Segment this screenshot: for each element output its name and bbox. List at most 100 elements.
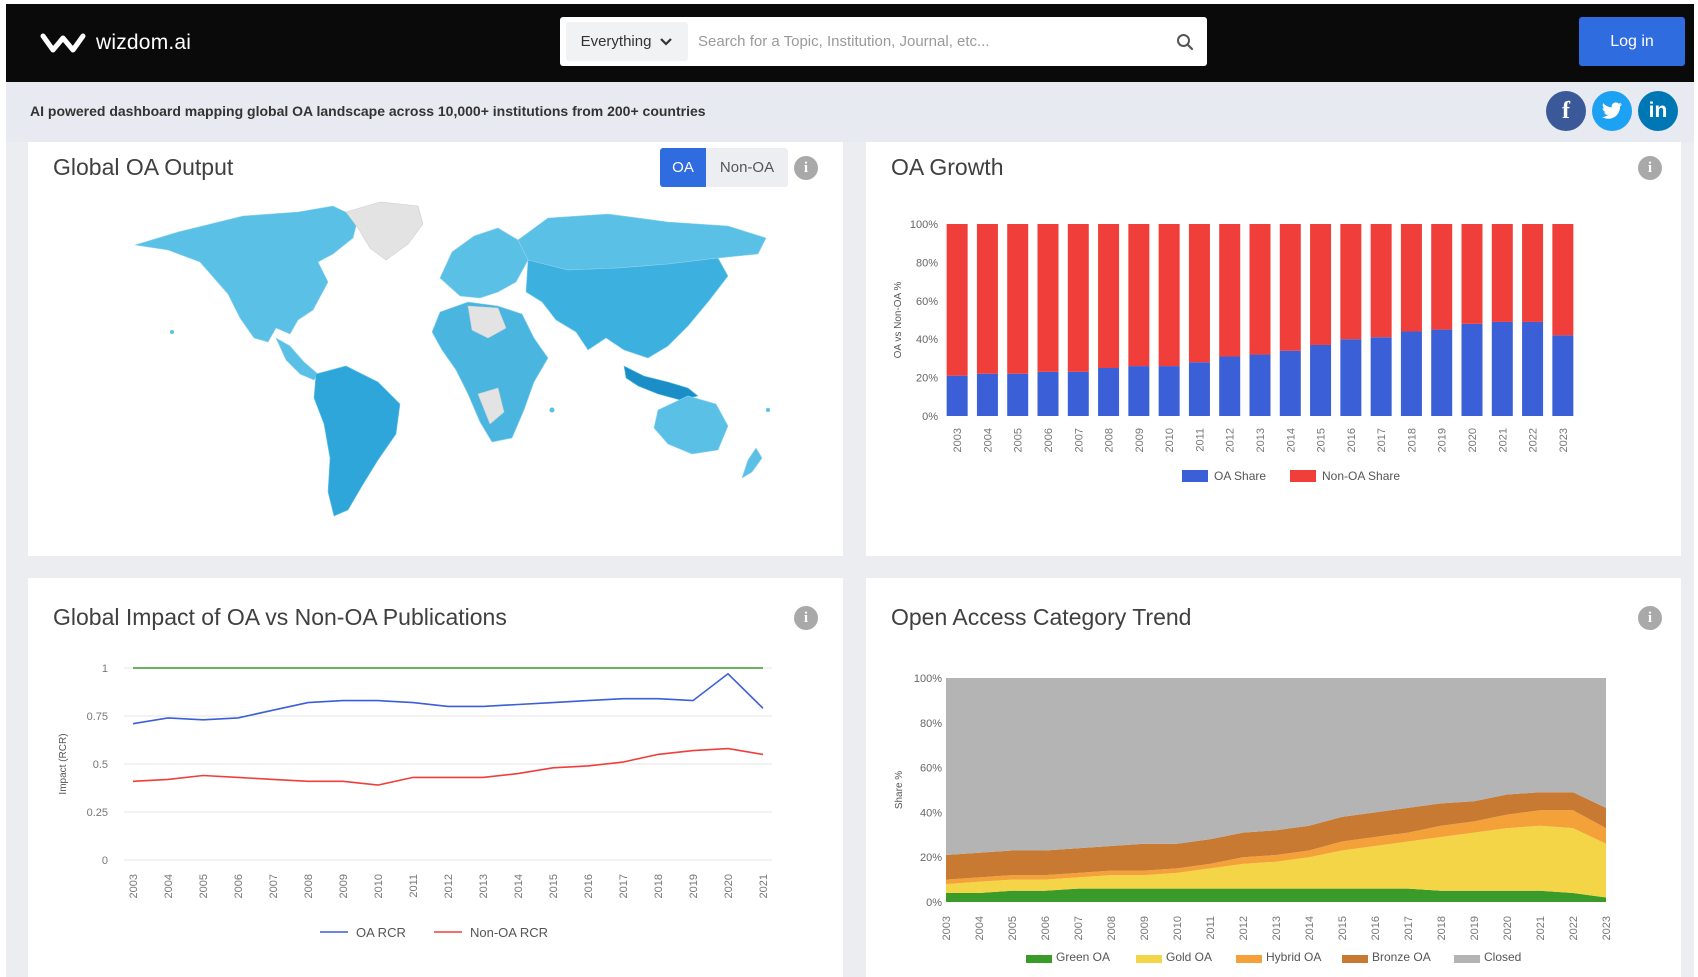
search-input[interactable] — [688, 21, 1163, 62]
map-south-america[interactable] — [313, 365, 401, 517]
x-tick-label: 2005 — [1007, 916, 1019, 940]
bar-non-oa-share — [1219, 224, 1241, 357]
x-tick-label: 2021 — [758, 874, 770, 898]
x-tick-label: 2013 — [1255, 428, 1267, 452]
x-tick-label: 2014 — [513, 874, 525, 898]
legend-label: Hybrid OA — [1266, 950, 1321, 964]
search-button[interactable] — [1163, 22, 1207, 62]
map-europe[interactable] — [439, 227, 529, 299]
x-tick-label: 2008 — [1106, 916, 1118, 940]
chevron-down-icon — [660, 37, 673, 46]
y-tick-label: 20% — [916, 373, 938, 385]
map-island[interactable] — [170, 330, 174, 334]
bar-oa-share — [1007, 373, 1029, 416]
x-tick-label: 2005 — [198, 874, 210, 898]
card-oa-category-trend: Open Access Category Trend i 0% 20% 40% 60%… — [866, 578, 1681, 977]
bar-non-oa-share — [1188, 224, 1210, 363]
bar-oa-share — [1037, 371, 1059, 416]
x-tick-label: 2006 — [1040, 916, 1052, 940]
x-tick-label: 2015 — [1337, 916, 1349, 940]
map-australia[interactable] — [653, 395, 729, 455]
map-new-zealand[interactable] — [741, 447, 763, 479]
bar-oa-share — [1219, 356, 1241, 416]
search-scope-dropdown[interactable]: Everything — [566, 22, 688, 61]
legend-swatch-non-oa — [1290, 470, 1316, 482]
linkedin-share-button[interactable]: in — [1638, 91, 1678, 131]
x-tick-label: 2003 — [952, 428, 964, 452]
map-russia[interactable] — [517, 213, 767, 271]
info-icon[interactable]: i — [1638, 606, 1662, 630]
map-island[interactable] — [766, 408, 770, 412]
x-tick-label: 2011 — [408, 874, 420, 898]
bar-non-oa-share — [1067, 224, 1089, 372]
x-tick-label: 2014 — [1304, 916, 1316, 940]
y-tick-label: 0.25 — [87, 807, 108, 819]
y-tick-label: 0% — [922, 411, 938, 423]
x-tick-label: 2012 — [1225, 428, 1237, 452]
map-central-america[interactable] — [275, 337, 319, 381]
y-axis-label: Impact (RCR) — [58, 733, 69, 794]
x-tick-label: 2006 — [1043, 428, 1055, 452]
x-tick-label: 2012 — [1238, 916, 1250, 940]
x-tick-label: 2007 — [1073, 916, 1085, 940]
x-tick-label: 2004 — [982, 428, 994, 452]
bar-non-oa-share — [1431, 224, 1453, 330]
x-tick-label: 2021 — [1497, 428, 1509, 452]
search-icon — [1177, 33, 1194, 50]
x-tick-label: 2008 — [303, 874, 315, 898]
map-indonesia[interactable] — [623, 365, 699, 401]
bar-non-oa-share — [1279, 224, 1301, 351]
x-tick-label: 2007 — [1073, 428, 1085, 452]
x-tick-label: 2022 — [1528, 428, 1540, 452]
map-island[interactable] — [549, 407, 555, 413]
x-tick-label: 2003 — [941, 916, 953, 940]
map-north-america[interactable] — [134, 205, 359, 343]
x-tick-label: 2022 — [1568, 916, 1580, 940]
twitter-share-button[interactable] — [1592, 91, 1632, 131]
info-icon[interactable]: i — [794, 606, 818, 630]
bar-oa-share — [976, 373, 998, 416]
card-oa-growth: OA Growth i 0% 20% 40% 60% 80% 100% OA vs Non-… — [866, 142, 1681, 556]
card-title: Open Access Category Trend — [891, 604, 1192, 630]
x-tick-label: 2009 — [338, 874, 350, 898]
y-tick-label: 1 — [102, 663, 108, 675]
login-button[interactable]: Log in — [1579, 17, 1685, 66]
y-tick-label: 0.5 — [93, 759, 108, 771]
x-tick-label: 2017 — [618, 874, 630, 898]
bar-non-oa-share — [1037, 224, 1059, 372]
x-tick-label: 2018 — [653, 874, 665, 898]
map-greenland[interactable] — [345, 201, 424, 261]
y-tick-label: 40% — [916, 334, 938, 346]
x-tick-label: 2019 — [688, 874, 700, 898]
bar-non-oa-share — [1007, 224, 1029, 374]
search-bar: Everything — [560, 17, 1207, 66]
x-tick-label: 2004 — [974, 916, 986, 940]
map-asia[interactable] — [525, 257, 729, 359]
x-tick-label: 2013 — [1271, 916, 1283, 940]
x-tick-label: 2008 — [1104, 428, 1116, 452]
bar-non-oa-share — [1158, 224, 1180, 367]
bar-oa-share — [1249, 354, 1271, 416]
brand-logo[interactable]: wizdom.ai — [40, 30, 191, 56]
x-tick-label: 2009 — [1139, 916, 1151, 940]
x-tick-label: 2019 — [1469, 916, 1481, 940]
bar-non-oa-share — [1491, 224, 1513, 322]
legend-swatch — [1026, 955, 1052, 963]
y-tick-label: 80% — [920, 718, 942, 730]
bar-oa-share — [1128, 366, 1150, 416]
brand-name: wizdom.ai — [96, 31, 192, 54]
x-tick-label: 2019 — [1437, 428, 1449, 452]
y-tick-label: 0 — [102, 855, 108, 867]
facebook-share-button[interactable]: f — [1546, 91, 1586, 131]
info-bar: AI powered dashboard mapping global OA l… — [6, 82, 1694, 142]
x-tick-label: 2023 — [1558, 428, 1570, 452]
bar-oa-share — [1370, 337, 1392, 416]
y-tick-label: 60% — [920, 763, 942, 775]
bar-oa-share — [1491, 321, 1513, 416]
top-navbar: wizdom.ai Everything Log in — [6, 4, 1694, 82]
x-tick-label: 2020 — [1467, 428, 1479, 452]
bar-non-oa-share — [1128, 224, 1150, 367]
bar-oa-share — [946, 375, 968, 416]
x-tick-label: 2018 — [1436, 916, 1448, 940]
y-tick-label: 80% — [916, 257, 938, 269]
